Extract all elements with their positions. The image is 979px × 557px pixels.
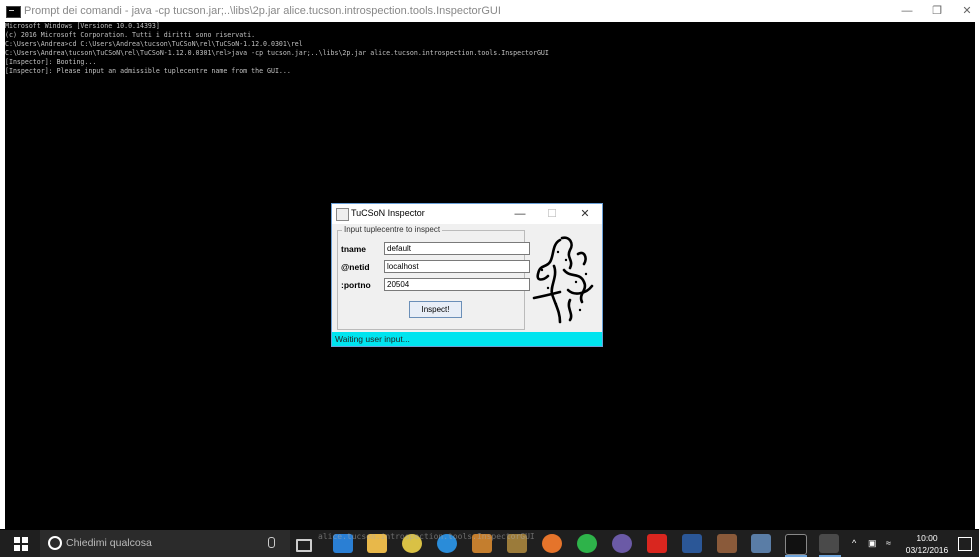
- action-center-icon[interactable]: [958, 537, 972, 551]
- java-app-icon: [336, 208, 349, 221]
- inspect-button[interactable]: Inspect!: [409, 301, 462, 318]
- console-line: C:\Users\Andrea>cd C:\Users\Andrea\tucso…: [5, 40, 303, 48]
- tray-chevron-icon[interactable]: ^: [852, 538, 856, 548]
- windows-start-icon[interactable]: [14, 537, 28, 551]
- group-title: Input tuplecentre to inspect: [342, 225, 443, 234]
- app-icon-8[interactable]: [577, 534, 597, 553]
- microphone-icon[interactable]: [268, 537, 275, 548]
- app-icon-13[interactable]: [751, 534, 771, 553]
- console-scrollbar[interactable]: [975, 22, 979, 529]
- cortana-icon: [48, 536, 62, 550]
- app-icon-12[interactable]: [717, 534, 737, 553]
- word-icon[interactable]: [682, 534, 702, 553]
- tucson-cactus-logo: [532, 236, 594, 324]
- dialog-close-button[interactable]: ✕: [575, 206, 595, 222]
- task-view-icon[interactable]: [296, 539, 312, 552]
- portno-input[interactable]: [384, 278, 530, 291]
- dialog-minimize-button[interactable]: —: [510, 206, 530, 222]
- restore-button[interactable]: ❐: [926, 3, 948, 19]
- tname-input[interactable]: [384, 242, 530, 255]
- tuplecentre-group: Input tuplecentre to inspect tname @neti…: [337, 225, 530, 330]
- console-line: (c) 2016 Microsoft Corporation. Tutti i …: [5, 31, 256, 39]
- app-icon-9[interactable]: [612, 534, 632, 553]
- portno-label: :portno: [341, 280, 371, 290]
- netid-label: @netid: [341, 262, 370, 272]
- console-line: [Inspector]: Booting...: [5, 58, 97, 66]
- console-line: C:\Users\Andrea\tucson\TuCSoN\rel\TuCSoN…: [5, 49, 549, 57]
- dialog-titlebar[interactable]: TuCSoN Inspector — ☐ ✕: [332, 204, 602, 224]
- acrobat-icon[interactable]: [647, 534, 667, 553]
- status-bar: Waiting user input...: [332, 332, 602, 346]
- cortana-search-box[interactable]: Chiedimi qualcosa: [40, 530, 290, 557]
- battery-icon[interactable]: ▣: [868, 538, 877, 549]
- console-line: [Inspector]: Please input an admissible …: [5, 67, 291, 75]
- tname-label: tname: [341, 244, 367, 254]
- console-line: Microsoft Windows [Versione 10.0.14393]: [5, 22, 160, 30]
- clock-time: 10:00: [916, 533, 938, 543]
- taskbar-ghost-text: alice.tucson.introspection.tools.Inspect…: [318, 532, 535, 541]
- minimize-button[interactable]: —: [896, 3, 918, 19]
- wifi-icon[interactable]: ≈: [886, 538, 891, 548]
- cmd-icon: [6, 6, 21, 18]
- inspector-dialog: TuCSoN Inspector — ☐ ✕ Input tuplecentre…: [331, 203, 603, 347]
- dialog-title: TuCSoN Inspector: [351, 208, 425, 218]
- search-placeholder: Chiedimi qualcosa: [66, 537, 152, 549]
- cmd-taskbar-icon[interactable]: [785, 534, 807, 555]
- console-title: Prompt dei comandi - java -cp tucson.jar…: [24, 5, 501, 17]
- clock-date: 03/12/2016: [905, 545, 949, 555]
- close-button[interactable]: ✕: [956, 3, 978, 19]
- clock[interactable]: 10:00 03/12/2016: [902, 532, 952, 556]
- dialog-maximize-button[interactable]: ☐: [542, 206, 562, 222]
- java-taskbar-icon[interactable]: [819, 534, 839, 553]
- console-titlebar[interactable]: Prompt dei comandi - java -cp tucson.jar…: [0, 0, 979, 23]
- firefox-icon[interactable]: [542, 534, 562, 553]
- netid-input[interactable]: [384, 260, 530, 273]
